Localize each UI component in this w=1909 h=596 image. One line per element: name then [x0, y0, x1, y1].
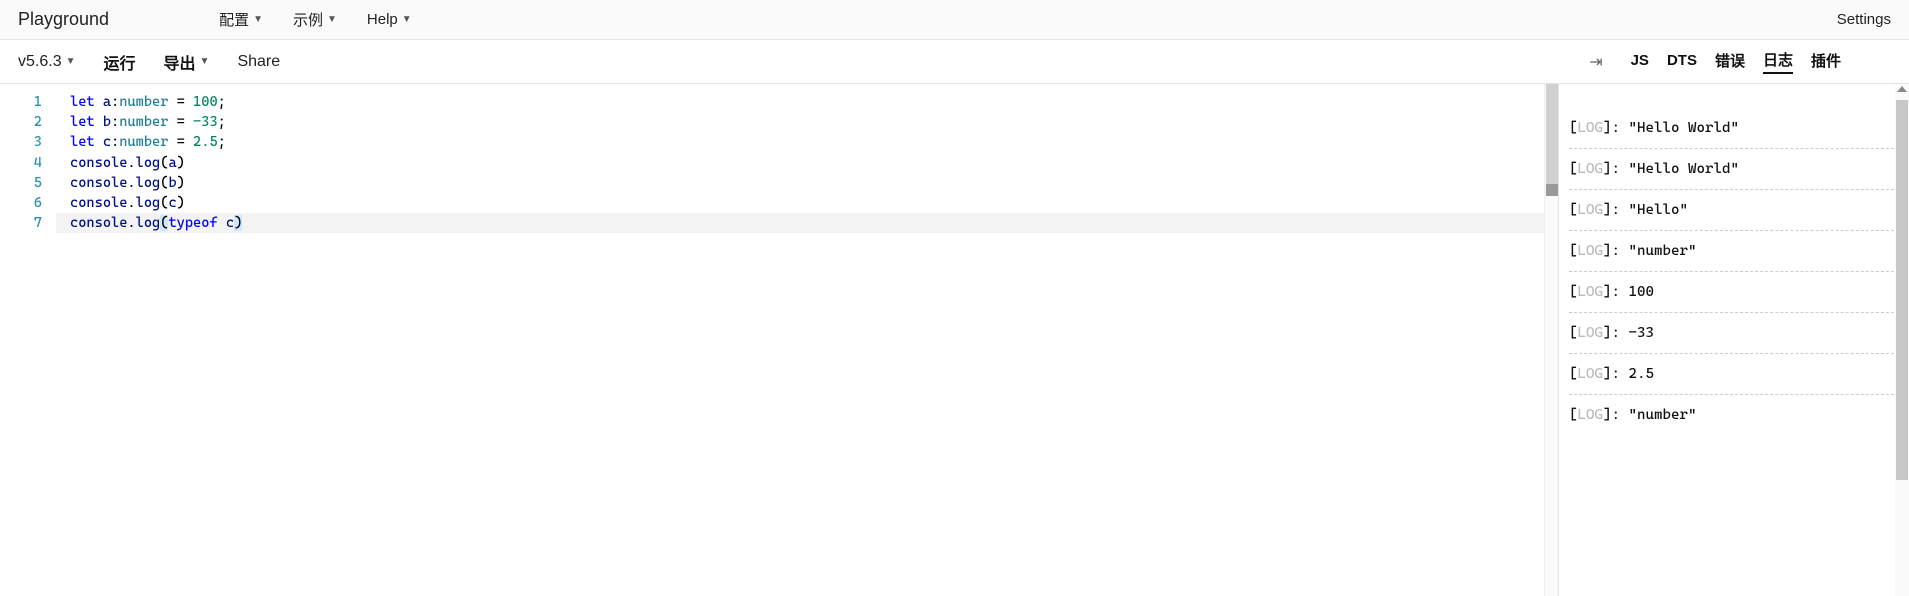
- caret-down-icon: ▼: [402, 14, 412, 25]
- menu-config[interactable]: 配置 ▼: [219, 9, 263, 30]
- code-line[interactable]: console.log(c): [56, 193, 1558, 213]
- tab-logs[interactable]: 日志: [1763, 49, 1793, 74]
- version-dropdown[interactable]: v5.6.3 ▼: [18, 53, 76, 71]
- line-number: 4: [0, 153, 42, 173]
- log-row: [LOG]: "Hello World": [1569, 108, 1899, 149]
- run-button[interactable]: 运行: [104, 50, 136, 74]
- log-row: [LOG]: "Hello": [1569, 190, 1899, 231]
- log-row: [LOG]: -33: [1569, 313, 1899, 354]
- caret-down-icon: ▼: [200, 56, 210, 67]
- log-row: [LOG]: 2.5: [1569, 354, 1899, 395]
- main: 1234567 let a:number = 100;let b:number …: [0, 84, 1909, 596]
- code-line[interactable]: let c:number = 2.5;: [56, 132, 1558, 152]
- log-row: [LOG]: "number": [1569, 395, 1899, 435]
- version-label: v5.6.3: [18, 53, 62, 71]
- editor-scrollbar[interactable]: [1544, 84, 1558, 596]
- menu-config-label: 配置: [219, 9, 249, 30]
- code-line[interactable]: let a:number = 100;: [56, 92, 1558, 112]
- editor-pane: 1234567 let a:number = 100;let b:number …: [0, 84, 1559, 596]
- export-label: 导出: [164, 50, 196, 74]
- tab-dts[interactable]: DTS: [1667, 52, 1697, 71]
- menu-examples[interactable]: 示例 ▼: [293, 9, 337, 30]
- log-row: [LOG]: 100: [1569, 272, 1899, 313]
- line-number: 7: [0, 213, 42, 233]
- code-line[interactable]: let b:number = -33;: [56, 112, 1558, 132]
- app-title: Playground: [18, 9, 109, 30]
- code-line[interactable]: console.log(typeof c): [56, 213, 1558, 233]
- caret-down-icon: ▼: [253, 14, 263, 25]
- collapse-arrow-icon[interactable]: ⇥: [1589, 52, 1602, 72]
- share-button[interactable]: Share: [237, 53, 280, 71]
- line-number-gutter: 1234567: [0, 84, 56, 596]
- tab-js[interactable]: JS: [1631, 52, 1649, 71]
- code-line[interactable]: console.log(b): [56, 173, 1558, 193]
- scrollbar-thumb[interactable]: [1546, 84, 1558, 184]
- code-line[interactable]: console.log(a): [56, 153, 1558, 173]
- tab-errors[interactable]: 错误: [1715, 50, 1745, 73]
- caret-down-icon: ▼: [327, 14, 337, 25]
- export-dropdown[interactable]: 导出 ▼: [164, 50, 210, 74]
- settings-link[interactable]: Settings: [1837, 11, 1891, 28]
- toolbar: v5.6.3 ▼ 运行 导出 ▼ Share ⇥ JS DTS 错误 日志 插件: [0, 40, 1909, 84]
- scroll-up-icon[interactable]: [1897, 86, 1907, 92]
- menu-examples-label: 示例: [293, 9, 323, 30]
- menu-help-label: Help: [367, 11, 398, 28]
- line-number: 6: [0, 193, 42, 213]
- topbar: Playground 配置 ▼ 示例 ▼ Help ▼ Settings: [0, 0, 1909, 40]
- line-number: 1: [0, 92, 42, 112]
- log-row: [LOG]: "number": [1569, 231, 1899, 272]
- output-tabs: JS DTS 错误 日志 插件: [1631, 49, 1891, 74]
- output-scrollbar[interactable]: [1895, 84, 1909, 596]
- caret-down-icon: ▼: [66, 56, 76, 67]
- log-row: [LOG]: "Hello World": [1569, 149, 1899, 190]
- line-number: 3: [0, 132, 42, 152]
- code-editor[interactable]: let a:number = 100;let b:number = -33;le…: [56, 84, 1558, 596]
- line-number: 2: [0, 112, 42, 132]
- menu-help[interactable]: Help ▼: [367, 11, 412, 28]
- top-menu: 配置 ▼ 示例 ▼ Help ▼: [219, 9, 412, 30]
- tab-plugins[interactable]: 插件: [1811, 50, 1841, 73]
- scrollbar-marker: [1546, 184, 1558, 196]
- scrollbar-thumb[interactable]: [1896, 100, 1908, 480]
- log-output: [LOG]: "Hello World"[LOG]: "Hello World"…: [1559, 84, 1909, 445]
- output-pane: [LOG]: "Hello World"[LOG]: "Hello World"…: [1559, 84, 1909, 596]
- line-number: 5: [0, 173, 42, 193]
